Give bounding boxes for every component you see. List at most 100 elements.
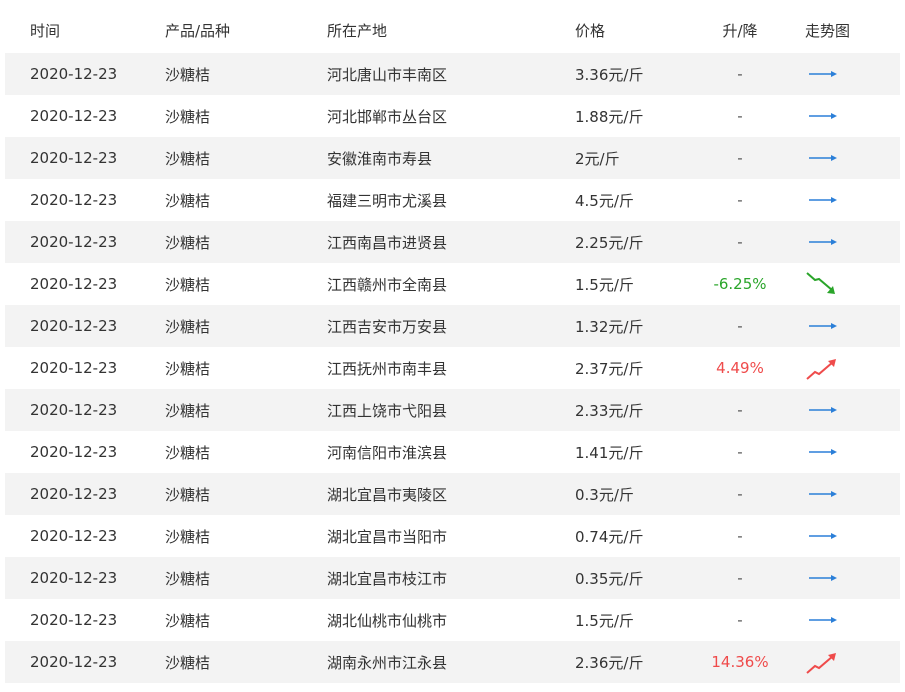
table-row[interactable]: 2020-12-23 沙糖桔 河北邯郸市丛台区 1.88元/斤 -: [5, 95, 900, 137]
cell-price: 1.5元/斤: [575, 611, 634, 630]
cell-product: 沙糖桔: [165, 107, 211, 126]
cell-price: 0.35元/斤: [575, 569, 644, 588]
cell-product: 沙糖桔: [165, 443, 211, 462]
trend-flat-icon: [809, 617, 837, 623]
cell-change: 14.36%: [711, 653, 769, 671]
table-header: 时间 产品/品种 所在产地 价格 升/降 走势图: [5, 7, 900, 53]
cell-product: 沙糖桔: [165, 275, 211, 294]
cell-origin: 湖北宜昌市枝江市: [327, 569, 448, 588]
table-row[interactable]: 2020-12-23 沙糖桔 江西吉安市万安县 1.32元/斤 -: [5, 305, 900, 347]
cell-product: 沙糖桔: [165, 233, 211, 252]
table-row[interactable]: 2020-12-23 沙糖桔 江西上饶市弋阳县 2.33元/斤 -: [5, 389, 900, 431]
cell-origin: 江西抚州市南丰县: [327, 359, 448, 378]
cell-trend: [805, 95, 839, 137]
cell-price: 1.32元/斤: [575, 317, 644, 336]
trend-up-icon: [806, 653, 836, 674]
table-row[interactable]: 2020-12-23 沙糖桔 湖北宜昌市当阳市 0.74元/斤 -: [5, 515, 900, 557]
cell-date: 2020-12-23: [30, 191, 118, 209]
cell-date: 2020-12-23: [30, 359, 118, 377]
cell-trend: [805, 347, 839, 389]
table-row[interactable]: 2020-12-23 沙糖桔 江西南昌市进贤县 2.25元/斤 -: [5, 221, 900, 263]
cell-price: 1.88元/斤: [575, 107, 644, 126]
table-body: 2020-12-23 沙糖桔 河北唐山市丰南区 3.36元/斤 - 2020-12-23 沙…: [5, 53, 900, 683]
cell-product: 沙糖桔: [165, 485, 211, 504]
cell-origin: 河北邯郸市丛台区: [327, 107, 448, 126]
table-row[interactable]: 2020-12-23 沙糖桔 河北唐山市丰南区 3.36元/斤 -: [5, 53, 900, 95]
cell-origin: 江西上饶市弋阳县: [327, 401, 448, 420]
cell-change: -: [737, 191, 743, 209]
cell-trend: [805, 389, 839, 431]
table-row[interactable]: 2020-12-23 沙糖桔 安徽淮南市寿县 2元/斤 -: [5, 137, 900, 179]
cell-product: 沙糖桔: [165, 65, 211, 84]
cell-trend: [805, 557, 839, 599]
cell-date: 2020-12-23: [30, 149, 118, 167]
trend-flat-icon: [809, 407, 837, 413]
cell-change: -: [737, 149, 743, 167]
cell-trend: [805, 179, 839, 221]
table-row[interactable]: 2020-12-23 沙糖桔 湖南永州市江永县 2.36元/斤 14.36%: [5, 641, 900, 683]
cell-origin: 湖北宜昌市夷陵区: [327, 485, 448, 504]
cell-trend: [805, 473, 839, 515]
cell-date: 2020-12-23: [30, 233, 118, 251]
cell-date: 2020-12-23: [30, 317, 118, 335]
cell-price: 0.3元/斤: [575, 485, 634, 504]
cell-product: 沙糖桔: [165, 401, 211, 420]
cell-date: 2020-12-23: [30, 527, 118, 545]
table-row[interactable]: 2020-12-23 沙糖桔 湖北宜昌市夷陵区 0.3元/斤 -: [5, 473, 900, 515]
cell-product: 沙糖桔: [165, 527, 211, 546]
cell-price: 1.5元/斤: [575, 275, 634, 294]
trend-flat-icon: [809, 575, 837, 581]
cell-trend: [805, 137, 839, 179]
cell-origin: 河南信阳市淮滨县: [327, 443, 448, 462]
cell-change: -: [737, 107, 743, 125]
table-row[interactable]: 2020-12-23 沙糖桔 湖北宜昌市枝江市 0.35元/斤 -: [5, 557, 900, 599]
cell-price: 0.74元/斤: [575, 527, 644, 546]
cell-trend: [805, 221, 839, 263]
cell-price: 2.36元/斤: [575, 653, 644, 672]
cell-price: 2.37元/斤: [575, 359, 644, 378]
table-row[interactable]: 2020-12-23 沙糖桔 江西赣州市全南县 1.5元/斤 -6.25%: [5, 263, 900, 305]
table-row[interactable]: 2020-12-23 沙糖桔 江西抚州市南丰县 2.37元/斤 4.49%: [5, 347, 900, 389]
cell-origin: 江西赣州市全南县: [327, 275, 448, 294]
cell-price: 2.25元/斤: [575, 233, 644, 252]
table-row[interactable]: 2020-12-23 沙糖桔 湖北仙桃市仙桃市 1.5元/斤 -: [5, 599, 900, 641]
trend-up-icon: [806, 359, 836, 380]
cell-change: 4.49%: [716, 359, 764, 377]
trend-down-icon: [806, 272, 835, 294]
header-date: 时间: [30, 21, 61, 40]
header-origin: 所在产地: [327, 21, 388, 40]
cell-date: 2020-12-23: [30, 611, 118, 629]
cell-product: 沙糖桔: [165, 611, 211, 630]
trend-flat-icon: [809, 533, 837, 539]
cell-change: -: [737, 401, 743, 419]
cell-trend: [805, 305, 839, 347]
cell-date: 2020-12-23: [30, 65, 118, 83]
table-row[interactable]: 2020-12-23 沙糖桔 河南信阳市淮滨县 1.41元/斤 -: [5, 431, 900, 473]
header-trend: 走势图: [805, 21, 851, 40]
header-product: 产品/品种: [165, 21, 231, 40]
cell-date: 2020-12-23: [30, 401, 118, 419]
cell-price: 2.33元/斤: [575, 401, 644, 420]
cell-change: -: [737, 443, 743, 461]
cell-price: 4.5元/斤: [575, 191, 634, 210]
cell-date: 2020-12-23: [30, 443, 118, 461]
trend-flat-icon: [809, 71, 837, 77]
trend-flat-icon: [809, 449, 837, 455]
cell-change: -6.25%: [713, 275, 767, 293]
cell-origin: 湖南永州市江永县: [327, 653, 448, 672]
cell-date: 2020-12-23: [30, 653, 118, 671]
cell-price: 1.41元/斤: [575, 443, 644, 462]
cell-change: -: [737, 317, 743, 335]
trend-flat-icon: [809, 197, 837, 203]
cell-product: 沙糖桔: [165, 317, 211, 336]
cell-price: 3.36元/斤: [575, 65, 644, 84]
cell-origin: 江西南昌市进贤县: [327, 233, 448, 252]
table-row[interactable]: 2020-12-23 沙糖桔 福建三明市尤溪县 4.5元/斤 -: [5, 179, 900, 221]
cell-origin: 湖北仙桃市仙桃市: [327, 611, 448, 630]
cell-product: 沙糖桔: [165, 191, 211, 210]
cell-date: 2020-12-23: [30, 107, 118, 125]
cell-change: -: [737, 233, 743, 251]
cell-change: -: [737, 611, 743, 629]
cell-date: 2020-12-23: [30, 485, 118, 503]
trend-flat-icon: [809, 491, 837, 497]
